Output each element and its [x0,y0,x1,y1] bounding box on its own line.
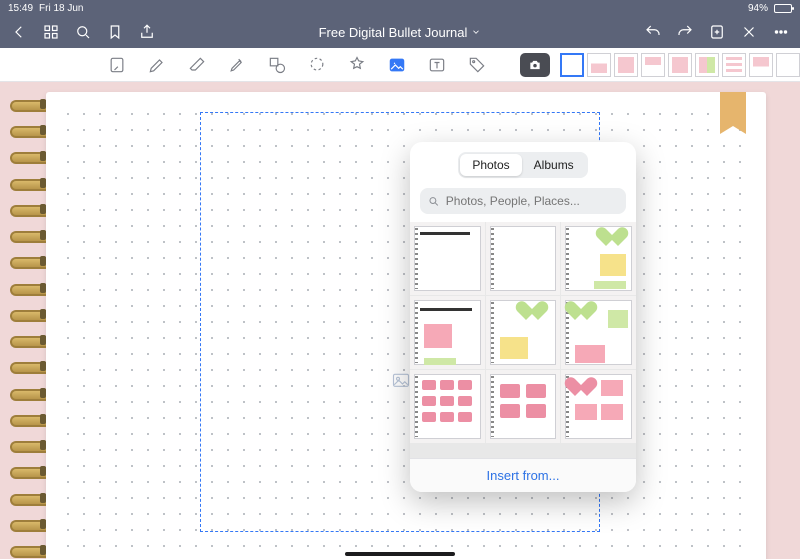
page-thumb[interactable] [614,53,638,77]
status-date: Fri 18 Jun [39,3,83,14]
page-thumb[interactable] [668,53,692,77]
more-icon[interactable] [772,23,790,41]
image-tool-icon[interactable] [386,54,408,76]
battery-pct: 94% [748,3,768,14]
spiral-binding [10,97,50,557]
photo-thumbnail[interactable] [410,222,485,295]
tag-tool-icon[interactable] [466,54,488,76]
search-icon[interactable] [74,23,92,41]
highlighter-tool-icon[interactable] [226,54,248,76]
bookmark-icon[interactable] [106,23,124,41]
page-thumb[interactable] [560,53,584,77]
photo-thumbnail[interactable] [561,296,636,369]
page-thumb[interactable] [749,53,773,77]
page-thumb[interactable] [722,53,746,77]
camera-button[interactable] [520,53,550,77]
photo-thumbnail[interactable] [410,296,485,369]
photo-thumbnail[interactable] [486,370,561,443]
photo-thumbnail[interactable] [410,370,485,443]
photo-thumbnail[interactable] [561,222,636,295]
sticker-tool-icon[interactable] [346,54,368,76]
tab-albums[interactable]: Albums [522,154,586,176]
photo-search[interactable] [420,188,626,214]
bookmark-ribbon[interactable] [720,92,746,126]
page-thumb[interactable] [695,53,719,77]
status-bar: 15:49 Fri 18 Jun 94% [0,0,800,16]
tab-photos[interactable]: Photos [460,154,521,176]
search-icon [428,195,440,208]
chevron-down-icon [471,27,481,37]
segmented-control: Photos Albums [458,152,587,178]
page-thumb[interactable] [587,53,611,77]
add-page-icon[interactable] [708,23,726,41]
status-time: 15:49 [8,3,33,14]
home-indicator[interactable] [345,552,455,556]
image-placeholder-icon [390,372,412,390]
eraser-tool-icon[interactable] [186,54,208,76]
page-thumb[interactable] [776,53,800,77]
photo-thumbnail[interactable]: .cell:last-child .heart::before,.cell:la… [561,370,636,443]
battery-icon [774,4,792,13]
text-tool-icon[interactable] [426,54,448,76]
app-navbar: Free Digital Bullet Journal [0,16,800,48]
readonly-tool-icon[interactable] [106,54,128,76]
redo-icon[interactable] [676,23,694,41]
photo-thumbnail[interactable] [486,296,561,369]
lasso-tool-icon[interactable] [306,54,328,76]
grid-icon[interactable] [42,23,60,41]
pen-tool-icon[interactable] [146,54,168,76]
undo-icon[interactable] [644,23,662,41]
page-thumbnails [560,53,800,77]
photo-picker-popover: Photos Albums [410,142,636,492]
shape-tool-icon[interactable] [266,54,288,76]
document-title[interactable]: Free Digital Bullet Journal [170,25,630,40]
canvas[interactable]: Photos Albums [0,82,800,559]
close-icon[interactable] [740,23,758,41]
page-thumb[interactable] [641,53,665,77]
insert-from-button[interactable]: Insert from... [410,458,636,492]
photo-grid: .cell:last-child .heart::before,.cell:la… [410,222,636,458]
photo-thumbnail[interactable] [486,222,561,295]
back-icon[interactable] [10,23,28,41]
search-input[interactable] [446,194,618,208]
toolbar [0,48,800,82]
share-icon[interactable] [138,23,156,41]
